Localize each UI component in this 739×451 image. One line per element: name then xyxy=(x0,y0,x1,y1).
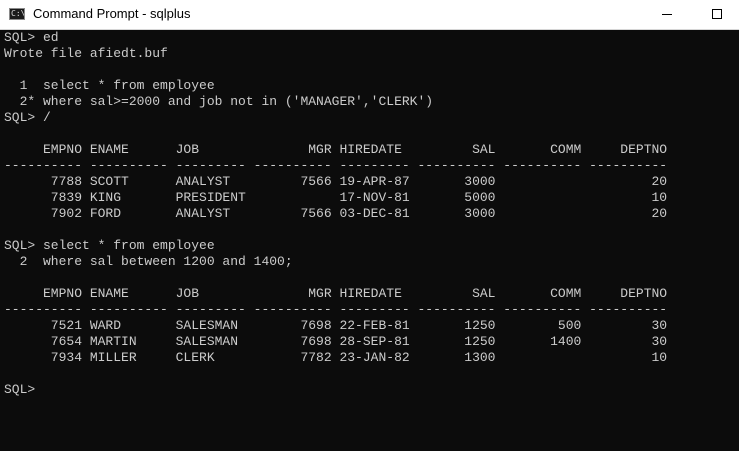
console-line: 2* where sal>=2000 and job not in ('MANA… xyxy=(4,94,434,109)
console-prompt[interactable]: SQL> xyxy=(4,382,35,398)
console-line: 2 where sal between 1200 and 1400; xyxy=(4,254,293,269)
console-line: 7934 MILLER CLERK 7782 23-JAN-82 1300 10 xyxy=(4,350,668,365)
console-line: Wrote file afiedt.buf xyxy=(4,46,168,61)
minimize-button[interactable] xyxy=(645,0,691,29)
console-line: EMPNO ENAME JOB MGR HIREDATE SAL COMM DE… xyxy=(4,142,668,157)
maximize-icon xyxy=(712,9,722,19)
console-line: 7902 FORD ANALYST 7566 03-DEC-81 3000 20 xyxy=(4,206,668,221)
title-bar[interactable]: C:\ Command Prompt - sqlplus xyxy=(0,0,739,30)
console-line: 7654 MARTIN SALESMAN 7698 28-SEP-81 1250… xyxy=(4,334,668,349)
console-output[interactable]: SQL> ed Wrote file afiedt.buf 1 select *… xyxy=(0,30,739,451)
window-title: Command Prompt - sqlplus xyxy=(33,6,191,21)
console-line: 7839 KING PRESIDENT 17-NOV-81 5000 10 xyxy=(4,190,668,205)
console-line: SQL> / xyxy=(4,110,51,125)
console-line: 1 select * from employee xyxy=(4,78,215,93)
minimize-icon xyxy=(662,14,672,15)
console-line: EMPNO ENAME JOB MGR HIREDATE SAL COMM DE… xyxy=(4,286,668,301)
console-line: SQL> ed xyxy=(4,30,59,45)
console-line: 7788 SCOTT ANALYST 7566 19-APR-87 3000 2… xyxy=(4,174,668,189)
console-line: ---------- ---------- --------- --------… xyxy=(4,158,668,173)
maximize-button[interactable] xyxy=(692,0,738,29)
console-app-icon-text: C:\ xyxy=(11,9,25,18)
console-app-icon[interactable]: C:\ xyxy=(9,8,25,20)
command-prompt-window: C:\ Command Prompt - sqlplus SQL> ed Wro… xyxy=(0,0,739,451)
console-line: 7521 WARD SALESMAN 7698 22-FEB-81 1250 5… xyxy=(4,318,668,333)
console-line: SQL> select * from employee xyxy=(4,238,215,253)
console-line: ---------- ---------- --------- --------… xyxy=(4,302,668,317)
